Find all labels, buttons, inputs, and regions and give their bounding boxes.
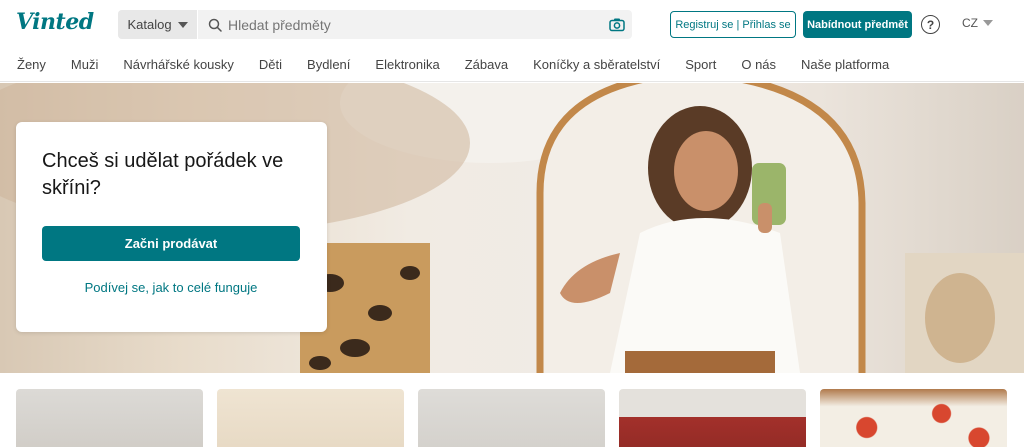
help-icon[interactable]: ? [921, 15, 940, 34]
start-selling-button[interactable]: Začni prodávat [42, 226, 300, 261]
product-card[interactable] [16, 389, 203, 447]
product-card[interactable] [619, 389, 806, 447]
product-card[interactable] [217, 389, 404, 447]
language-selector[interactable]: CZ [962, 16, 993, 30]
hero-banner: Chceš si udělat pořádek ve skříni? Začni… [0, 83, 1024, 373]
product-card[interactable] [820, 389, 1007, 447]
hero-title: Chceš si udělat pořádek ve skříni? [42, 150, 284, 199]
category-nav: Ženy Muži Návrhářské kousky Děti Bydlení… [0, 48, 1024, 82]
catalog-label: Katalog [127, 17, 172, 32]
catalog-dropdown[interactable]: Katalog [118, 10, 198, 39]
nav-item-sport[interactable]: Sport [685, 57, 716, 72]
search-input[interactable] [222, 10, 608, 39]
nav-item-o-nas[interactable]: O nás [741, 57, 776, 72]
nav-item-muzi[interactable]: Muži [71, 57, 98, 72]
search-icon [208, 18, 222, 32]
caret-down-icon [177, 21, 188, 28]
vinted-logo[interactable]: Vinted [16, 9, 94, 35]
product-grid [16, 389, 1007, 447]
nav-item-platforma[interactable]: Naše platforma [801, 57, 889, 72]
nav-item-bydleni[interactable]: Bydlení [307, 57, 350, 72]
language-label: CZ [962, 16, 978, 30]
sell-item-button[interactable]: Nabídnout předmět [803, 11, 912, 38]
hero-card: Chceš si udělat pořádek ve skříni? Začni… [16, 122, 327, 332]
nav-item-zeny[interactable]: Ženy [17, 57, 46, 72]
caret-down-icon [983, 20, 993, 26]
how-it-works-link[interactable]: Podívej se, jak to celé funguje [42, 280, 300, 295]
camera-icon[interactable] [608, 16, 626, 34]
nav-item-konicky[interactable]: Koníčky a sběratelství [533, 57, 660, 72]
nav-item-elektronika[interactable]: Elektronika [375, 57, 439, 72]
nav-item-zabava[interactable]: Zábava [465, 57, 508, 72]
product-card[interactable] [418, 389, 605, 447]
nav-item-designer[interactable]: Návrhářské kousky [123, 57, 234, 72]
search-bar: Katalog [118, 10, 632, 39]
nav-item-deti[interactable]: Děti [259, 57, 282, 72]
register-login-button[interactable]: Registruj se | Přihlas se [670, 11, 796, 38]
header: Vinted Katalog Registruj se | Přihlas se… [0, 0, 1024, 48]
